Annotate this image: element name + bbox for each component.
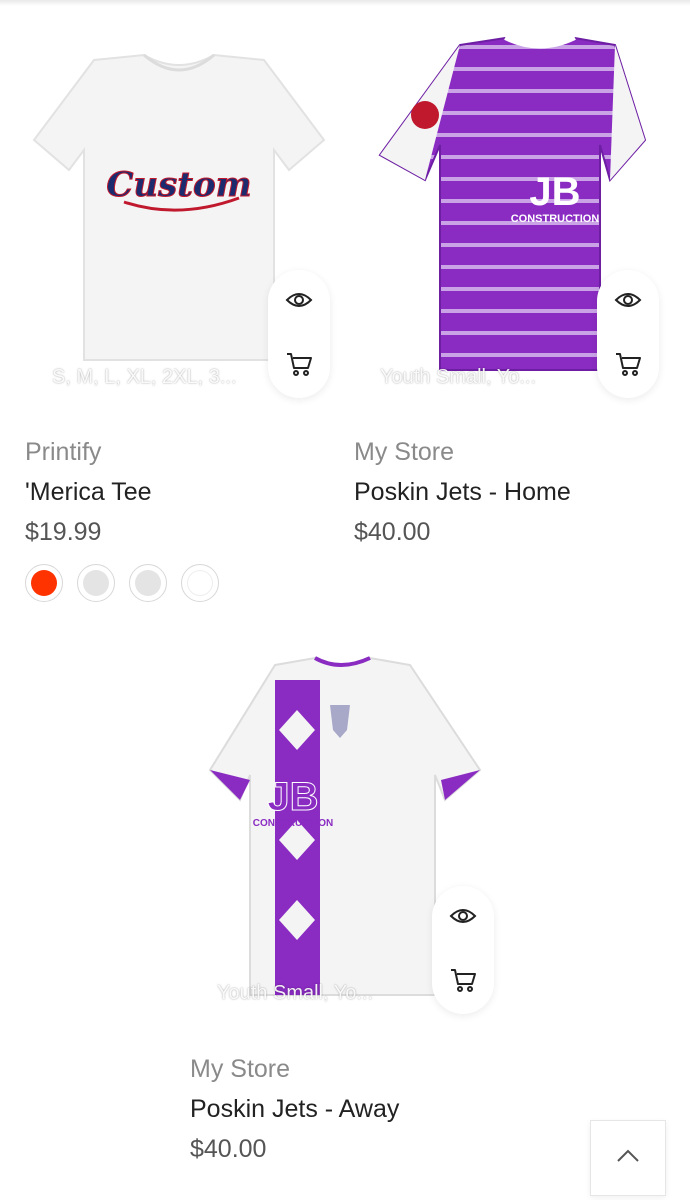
color-swatch[interactable] bbox=[77, 564, 115, 602]
product-vendor[interactable]: Printify bbox=[25, 438, 101, 467]
color-swatch[interactable] bbox=[181, 564, 219, 602]
eye-icon bbox=[614, 290, 642, 315]
product-sizes: Youth Small, Yo... bbox=[380, 366, 537, 388]
svg-text:CONSTRUCTION: CONSTRUCTION bbox=[253, 818, 334, 829]
color-swatch[interactable] bbox=[25, 564, 63, 602]
product-sizes: Youth Small, Yo... bbox=[217, 982, 374, 1004]
product-title[interactable]: Poskin Jets - Away bbox=[190, 1095, 399, 1124]
product-sizes: S, M, L, XL, 2XL, 3... bbox=[52, 366, 237, 388]
product-card[interactable]: JB CONSTRUCTION Youth Small, Yo... My St… bbox=[165, 620, 525, 1200]
product-card[interactable]: Custom S, M, L, XL, 2XL, 3... Printify '… bbox=[0, 0, 345, 620]
quick-view-button[interactable] bbox=[268, 270, 330, 334]
product-price: $40.00 bbox=[190, 1135, 267, 1163]
product-price: $40.00 bbox=[354, 518, 431, 546]
cart-icon bbox=[285, 350, 313, 383]
product-vendor[interactable]: My Store bbox=[190, 1055, 290, 1084]
product-actions bbox=[268, 270, 330, 398]
quick-view-button[interactable] bbox=[432, 886, 494, 950]
product-title[interactable]: Poskin Jets - Home bbox=[354, 478, 571, 507]
product-card[interactable]: JB CONSTRUCTION Youth Small, Yo... My St… bbox=[345, 0, 690, 620]
cart-icon bbox=[614, 350, 642, 383]
add-to-cart-button[interactable] bbox=[597, 334, 659, 398]
product-price: $19.99 bbox=[25, 518, 102, 546]
product-actions bbox=[432, 886, 494, 1014]
eye-icon bbox=[449, 906, 477, 931]
product-title[interactable]: 'Merica Tee bbox=[25, 478, 152, 507]
tee-graphic-text: Custom bbox=[106, 165, 251, 205]
add-to-cart-button[interactable] bbox=[268, 334, 330, 398]
svg-text:JB: JB bbox=[529, 170, 580, 214]
chevron-up-icon bbox=[616, 1149, 640, 1168]
quick-view-button[interactable] bbox=[597, 270, 659, 334]
add-to-cart-button[interactable] bbox=[432, 950, 494, 1014]
svg-text:CONSTRUCTION: CONSTRUCTION bbox=[511, 213, 600, 225]
cart-icon bbox=[449, 966, 477, 999]
eye-icon bbox=[285, 290, 313, 315]
svg-text:JB: JB bbox=[267, 775, 318, 819]
product-vendor[interactable]: My Store bbox=[354, 438, 454, 467]
back-to-top-button[interactable] bbox=[590, 1120, 666, 1196]
color-swatch[interactable] bbox=[129, 564, 167, 602]
product-actions bbox=[597, 270, 659, 398]
